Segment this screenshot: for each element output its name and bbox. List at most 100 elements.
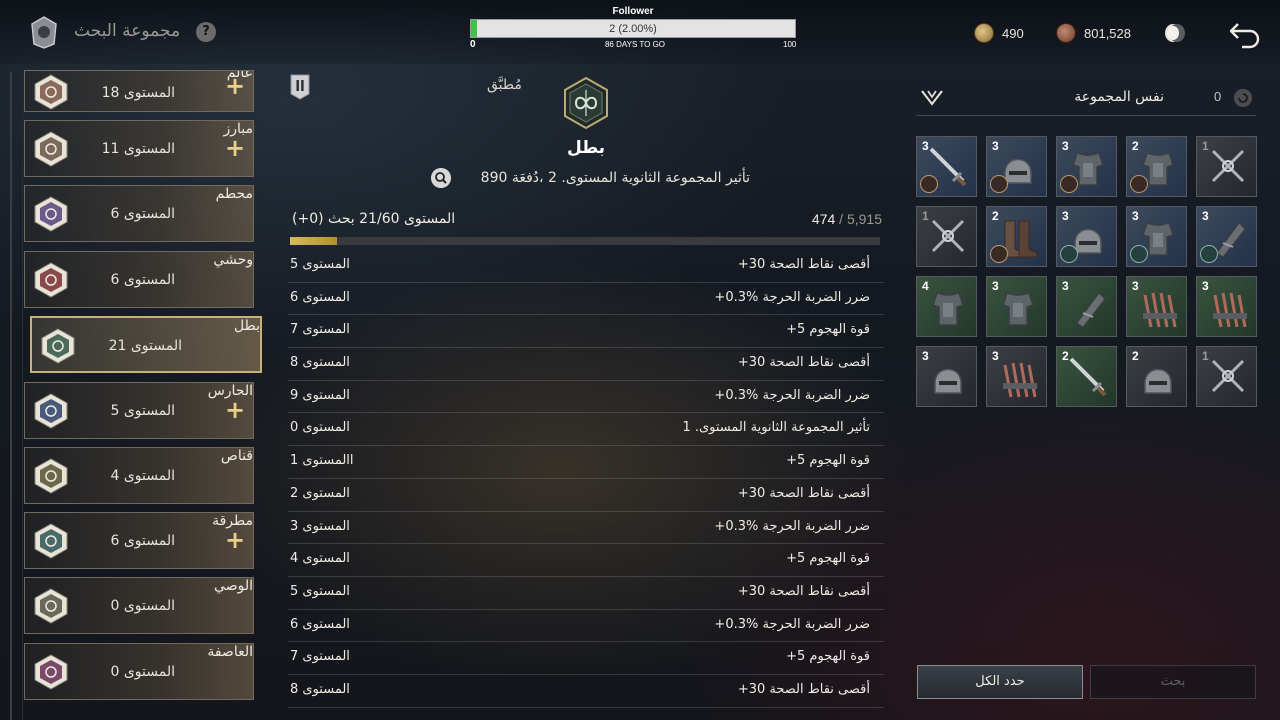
equipment-tile[interactable]: 3 xyxy=(1056,136,1117,197)
filter-icon[interactable] xyxy=(920,88,944,108)
equipment-tile[interactable]: 1 xyxy=(916,206,977,267)
crosshair-emblem-icon xyxy=(34,458,68,494)
card-level: المستوى 4 xyxy=(110,468,175,484)
research-group-card[interactable]: المستوى 0 العاصفة xyxy=(24,643,254,700)
hero-name: بطل xyxy=(566,138,606,158)
winged-emblem-icon xyxy=(34,74,68,110)
plus-icon[interactable]: + xyxy=(225,528,245,552)
card-level: المستوى 0 xyxy=(110,598,175,614)
tile-count: 3 xyxy=(992,349,999,363)
tile-count: 3 xyxy=(1132,209,1139,223)
research-group-card[interactable]: المستوى 0 الوصي xyxy=(24,577,254,634)
equipment-tile[interactable]: 3 xyxy=(1056,276,1117,337)
pause-icon[interactable] xyxy=(290,74,310,100)
set-badge-icon xyxy=(990,175,1008,193)
tile-count: 3 xyxy=(922,349,929,363)
research-group-card[interactable]: المستوى 6 مطرقة + xyxy=(24,512,254,569)
level-reward-row: المستوى 5 +30 أقصى نقاط الصحة xyxy=(288,577,884,610)
back-arrow-icon[interactable] xyxy=(1228,16,1262,50)
xp-max: 5,915 xyxy=(846,211,882,227)
claws-icon xyxy=(1003,362,1037,398)
gate-emblem-icon xyxy=(34,393,68,429)
equipment-tile[interactable]: 2 xyxy=(1126,346,1187,407)
follower-progress-bar: 2 (2.00%) xyxy=(470,19,796,38)
row-level: المستوى 6 xyxy=(290,616,350,632)
equipment-tile[interactable]: 3 xyxy=(1056,206,1117,267)
equipment-tile[interactable]: 2 xyxy=(1056,346,1117,407)
plus-icon[interactable]: + xyxy=(225,74,245,98)
level-rewards-list[interactable]: المستوى 5 +30 أقصى نقاط الصحة المستوى 6 +0.… xyxy=(288,250,884,708)
research-group-card[interactable]: المستوى 6 وحشي xyxy=(24,251,254,308)
tile-count: 3 xyxy=(1062,139,1069,153)
tile-count: 3 xyxy=(992,279,999,293)
row-effect: +0.3% ضرر الضربة الحرجة xyxy=(714,387,870,403)
card-level: المستوى 11 xyxy=(101,141,175,157)
row-level: المستوى 3 xyxy=(290,518,350,534)
gold-coin-icon xyxy=(974,23,994,43)
level-reward-row: المستوى 6 +0.3% ضرر الضربة الحرجة xyxy=(288,610,884,643)
search-button[interactable]: بحث xyxy=(1090,665,1256,699)
plus-icon[interactable]: + xyxy=(225,398,245,422)
claws-icon xyxy=(1213,292,1247,328)
level-line: (+0) المستوى 21/60 بحث xyxy=(292,211,456,227)
level-reward-row: المستوى 2 +30 أقصى نقاط الصحة xyxy=(288,479,884,512)
equipment-tile[interactable]: 3 xyxy=(1126,276,1187,337)
select-all-button[interactable]: حدد الكل xyxy=(917,665,1083,699)
equipment-tile[interactable]: 3 xyxy=(916,346,977,407)
row-effect: +0.3% ضرر الضربة الحرجة xyxy=(714,616,870,632)
equipment-tile[interactable]: 3 xyxy=(1196,206,1257,267)
row-effect: +5 قوة الهجوم xyxy=(786,453,870,469)
research-group-logo-icon xyxy=(31,16,57,49)
token-icon[interactable] xyxy=(1163,22,1187,44)
research-group-card[interactable]: المستوى 11 مبارز + xyxy=(24,120,254,177)
set-badge-icon xyxy=(1060,245,1078,263)
equipment-tile[interactable]: 3 xyxy=(1196,276,1257,337)
xp-separator: / xyxy=(835,211,847,227)
applied-label: مُطبَّق xyxy=(487,77,522,93)
set-badge-icon xyxy=(1130,175,1148,193)
level-reward-row: المستوى 5 +30 أقصى نقاط الصحة xyxy=(288,250,884,283)
help-icon[interactable]: ? xyxy=(196,22,216,42)
card-level: المستوى 5 xyxy=(110,403,175,419)
row-level: المستوى 0 xyxy=(290,420,350,436)
equipment-tile[interactable]: 3 xyxy=(1126,206,1187,267)
magnifier-icon[interactable] xyxy=(431,168,451,188)
research-group-card[interactable]: المستوى 5 الحارس + xyxy=(24,382,254,439)
tile-count: 3 xyxy=(1202,279,1209,293)
helmet-icon xyxy=(934,368,962,394)
row-effect: +30 أقصى نقاط الصحة xyxy=(737,485,870,501)
gauntlet-icon xyxy=(1076,292,1106,328)
equipment-tile[interactable]: 2 xyxy=(1126,136,1187,197)
level-reward-row: المستوى 8 +30 أقصى نقاط الصحة xyxy=(288,675,884,708)
card-name: العاصفة xyxy=(207,644,253,660)
research-group-card[interactable]: المستوى 21 بطل xyxy=(30,316,262,373)
left-scrollbar-track[interactable] xyxy=(10,72,12,720)
tile-count: 3 xyxy=(992,139,999,153)
row-level: المستوى 2 xyxy=(290,485,350,501)
tile-count: 3 xyxy=(1062,209,1069,223)
equipment-tile[interactable]: 1 xyxy=(1196,346,1257,407)
research-group-card[interactable]: المستوى 4 قناص xyxy=(24,447,254,504)
equipment-tile[interactable]: 1 xyxy=(1196,136,1257,197)
row-level: المستوى 9 xyxy=(290,387,350,403)
row-effect: +0.3% ضرر الضربة الحرجة xyxy=(714,289,870,305)
refresh-icon[interactable] xyxy=(1234,89,1252,107)
set-badge-icon xyxy=(1130,245,1148,263)
equipment-tile[interactable]: 3 xyxy=(916,136,977,197)
tile-count: 1 xyxy=(1202,139,1209,153)
equipment-tile[interactable]: 3 xyxy=(986,276,1047,337)
equipment-tile[interactable]: 4 xyxy=(916,276,977,337)
cross-sword-icon xyxy=(1211,149,1245,183)
row-level: المستوى 5 xyxy=(290,583,350,599)
tile-count: 4 xyxy=(922,279,929,293)
plus-icon[interactable]: + xyxy=(225,136,245,160)
equipment-tile[interactable]: 2 xyxy=(986,206,1047,267)
equipment-tile[interactable]: 3 xyxy=(986,346,1047,407)
equipment-tile[interactable]: 3 xyxy=(986,136,1047,197)
level-reward-row: المستوى 9 +0.3% ضرر الضربة الحرجة xyxy=(288,381,884,414)
cross-sword-icon xyxy=(1211,359,1245,393)
research-group-card[interactable]: المستوى 18 عالم + xyxy=(24,70,254,112)
research-group-card[interactable]: المستوى 6 محطم xyxy=(24,185,254,242)
row-effect: +30 أقصى نقاط الصحة xyxy=(737,681,870,697)
set-badge-icon xyxy=(1060,175,1078,193)
